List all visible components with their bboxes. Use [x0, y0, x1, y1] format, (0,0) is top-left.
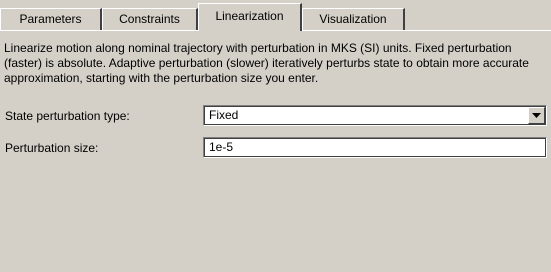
linearization-dialog: Parameters Constraints Linearization Vis… — [0, 0, 551, 272]
perturbation-size-input[interactable]: 1e-5 — [203, 137, 547, 158]
linearization-panel: Linearize motion along nominal trajector… — [0, 30, 551, 272]
tab-visualization-label: Visualization — [319, 12, 387, 26]
tab-strip: Parameters Constraints Linearization Vis… — [0, 0, 551, 31]
dropdown-button[interactable] — [528, 107, 545, 124]
tab-parameters[interactable]: Parameters — [0, 8, 102, 30]
tab-visualization[interactable]: Visualization — [302, 8, 405, 30]
tab-constraints[interactable]: Constraints — [102, 8, 198, 30]
tab-linearization-label: Linearization — [215, 9, 284, 23]
state-perturbation-type-label: State perturbation type: — [5, 109, 130, 123]
tab-parameters-label: Parameters — [19, 12, 82, 26]
state-perturbation-type-value: Fixed — [209, 108, 239, 122]
tab-constraints-label: Constraints — [119, 12, 180, 26]
tab-linearization[interactable]: Linearization — [198, 3, 302, 31]
state-perturbation-type-select[interactable]: Fixed — [203, 105, 547, 126]
perturbation-size-label: Perturbation size: — [5, 141, 99, 155]
dropdown-arrow-icon — [532, 113, 541, 118]
description-text: Linearize motion along nominal trajector… — [4, 41, 529, 85]
perturbation-size-value: 1e-5 — [209, 140, 234, 154]
